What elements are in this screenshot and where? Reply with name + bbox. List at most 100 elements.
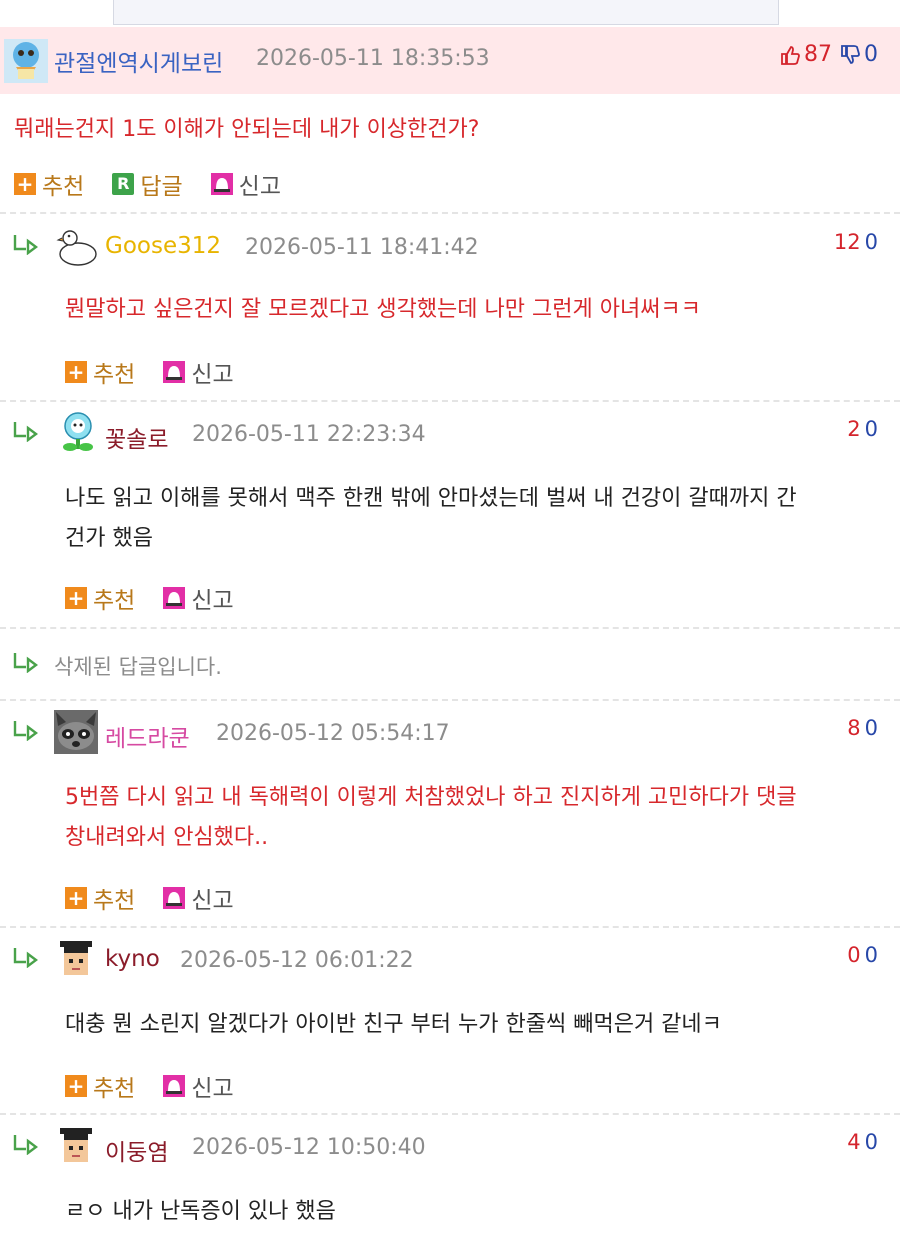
reply-upvotes: 2 (847, 417, 861, 441)
reply-text: ㄹㅇ 내가 난독증이 있나 했음 (65, 1192, 885, 1232)
reply-text: 5번쯤 다시 읽고 내 독해력이 이렇게 처참했었나 하고 진지하게 고민하다가… (65, 778, 885, 858)
recommend-button[interactable]: + 추천 (65, 1069, 135, 1103)
downvote-count: 0 (864, 42, 878, 67)
reply-actions: + 추천 신고 (65, 581, 262, 615)
report-button[interactable]: 신고 (163, 581, 234, 615)
reply-nickname[interactable]: 레드라쿤 (105, 719, 190, 753)
reply-text: 나도 읽고 이해를 못해서 맥주 한캔 밖에 안마셨는데 벌써 내 건강이 갈때… (65, 479, 885, 559)
recommend-label: 추천 (42, 174, 85, 200)
raccoon-avatar-icon (54, 710, 98, 754)
siren-icon (163, 587, 186, 609)
pixel-graduate-avatar-icon (54, 1124, 98, 1168)
reply-date: 2026-05-12 05:54:17 (216, 721, 450, 746)
reply-vote-count: 20 (847, 417, 878, 441)
report-label: 신고 (238, 174, 281, 200)
reply-text: 뭔말하고 싶은건지 잘 모르겠다고 생각했는데 나만 그런게 아녀써ㅋㅋ (65, 290, 885, 330)
ice-flower-avatar-icon (63, 412, 93, 451)
reply-downvotes: 0 (864, 943, 878, 967)
reply-vote-count: 12 0 (834, 230, 878, 254)
main-comment-header: 관절엔역시게보린 2026-05-11 18:35:53 87 0 (0, 27, 900, 94)
divider (0, 926, 900, 928)
reply-r-icon: R (112, 173, 135, 195)
reply-upvotes: 4 (847, 1130, 861, 1154)
recommend-label: 추천 (93, 1076, 136, 1102)
reply-date: 2026-05-11 22:23:34 (192, 422, 426, 447)
thumbs-down-icon[interactable] (839, 44, 861, 66)
reply-text-line: 창내려와서 안심했다.. (65, 825, 269, 850)
reply-actions: + 추천 신고 (65, 355, 262, 389)
report-button[interactable]: 신고 (163, 881, 234, 915)
reply-date: 2026-05-11 18:41:42 (245, 235, 479, 260)
plus-icon: + (65, 361, 87, 383)
reply-actions: + 추천 신고 (65, 881, 262, 915)
report-button[interactable]: 신고 (210, 167, 281, 201)
reply-downvotes: 0 (864, 1130, 878, 1154)
report-label: 신고 (191, 1076, 234, 1102)
reply-downvotes: 0 (864, 230, 878, 254)
recommend-button[interactable]: + 추천 (65, 581, 135, 615)
reply-arrow-icon (13, 721, 38, 741)
report-button[interactable]: 신고 (163, 355, 234, 389)
squirtle-avatar-icon (4, 39, 48, 83)
reply-date: 2026-05-12 10:50:40 (192, 1135, 426, 1160)
reply-text-line: 5번쯤 다시 읽고 내 독해력이 이렇게 처참했었나 하고 진지하게 고민하다가… (65, 785, 797, 810)
reply-downvotes: 0 (864, 716, 878, 740)
main-comment-text: 뭐래는건지 1도 이해가 안되는데 내가 이상한건가? (14, 117, 480, 142)
reply-text-line: 뭔말하고 싶은건지 잘 모르겠다고 생각했는데 나만 그런게 아녀써ㅋㅋ (65, 297, 701, 322)
reply-upvotes: 12 (833, 230, 861, 254)
thumbs-up-icon[interactable] (779, 44, 801, 66)
reply-text-line: ㄹㅇ 내가 난독증이 있나 했음 (65, 1199, 336, 1224)
reply-label: 답글 (140, 174, 183, 200)
reply-nickname[interactable]: 꽃솔로 (105, 420, 168, 454)
reply-date: 2026-05-12 06:01:22 (180, 948, 414, 973)
report-button[interactable]: 신고 (163, 1069, 234, 1103)
reply-upvotes: 0 (847, 943, 861, 967)
reply-nickname[interactable]: Goose312 (105, 233, 221, 259)
main-comment-nickname[interactable]: 관절엔역시게보린 (54, 44, 223, 78)
pixel-graduate-avatar-icon (54, 937, 98, 981)
reply-nickname[interactable]: kyno (105, 946, 160, 972)
main-comment-actions: + 추천 R 답글 신고 (14, 167, 309, 201)
reply-text-line: 대충 뭔 소린지 알겠다가 아이반 친구 부터 누가 한줄씩 빼먹은거 같네ㅋ (65, 1012, 722, 1037)
reply-downvotes: 0 (864, 417, 878, 441)
divider (0, 400, 900, 402)
recommend-button[interactable]: + 추천 (65, 881, 135, 915)
reply-text-line: 건가 했음 (65, 526, 153, 551)
siren-icon (210, 173, 233, 195)
reply-vote-count: 40 (847, 1130, 878, 1154)
reply-arrow-icon (13, 422, 38, 442)
reply-arrow-icon (13, 235, 38, 255)
divider (0, 699, 900, 701)
comment-input-box[interactable] (113, 0, 779, 25)
reply-text: 대충 뭔 소린지 알겠다가 아이반 친구 부터 누가 한줄씩 빼먹은거 같네ㅋ (65, 1005, 885, 1045)
reply-nickname[interactable]: 이둥염 (105, 1133, 168, 1167)
divider (0, 1113, 900, 1115)
report-label: 신고 (191, 588, 234, 614)
reply-actions: + 추천 신고 (65, 1069, 262, 1103)
reply-vote-count: 80 (847, 716, 878, 740)
reply-arrow-icon (13, 653, 38, 673)
siren-icon (163, 1075, 186, 1097)
plus-icon: + (65, 587, 87, 609)
recommend-label: 추천 (93, 888, 136, 914)
plus-icon: + (65, 887, 87, 909)
recommend-button[interactable]: + 추천 (14, 167, 84, 201)
upvote-count: 87 (804, 42, 832, 67)
reply-upvotes: 8 (847, 716, 861, 740)
reply-text-line: 나도 읽고 이해를 못해서 맥주 한캔 밖에 안마셨는데 벌써 내 건강이 갈때… (65, 486, 797, 511)
main-comment-votes: 87 0 (779, 42, 878, 67)
main-comment-date: 2026-05-11 18:35:53 (256, 46, 490, 71)
recommend-label: 추천 (93, 588, 136, 614)
reply-arrow-icon (13, 948, 38, 968)
divider (0, 627, 900, 629)
recommend-button[interactable]: + 추천 (65, 355, 135, 389)
plus-icon: + (65, 1075, 87, 1097)
reply-vote-count: 00 (847, 943, 878, 967)
reply-button[interactable]: R 답글 (112, 167, 183, 201)
divider (0, 212, 900, 214)
reply-arrow-icon (13, 1135, 38, 1155)
report-label: 신고 (191, 362, 234, 388)
siren-icon (163, 361, 186, 383)
deleted-reply-notice: 삭제된 답글입니다. (54, 655, 222, 679)
recommend-label: 추천 (93, 362, 136, 388)
